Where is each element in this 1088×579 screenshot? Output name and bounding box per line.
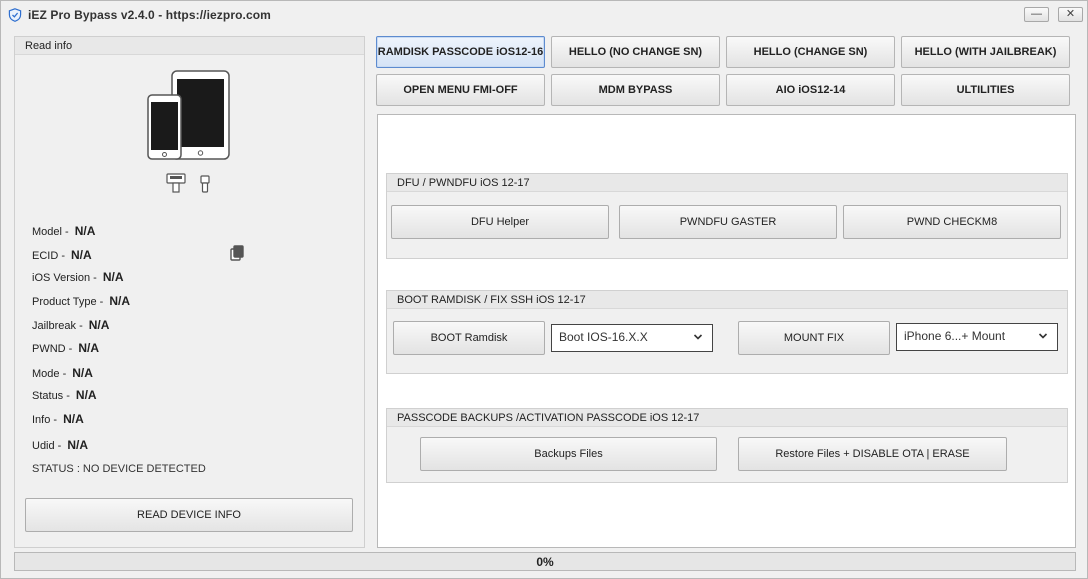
copy-icon[interactable] — [230, 245, 244, 261]
tab-hello-with-jailbreak[interactable]: HELLO (WITH JAILBREAK) — [901, 36, 1070, 68]
shield-icon — [8, 8, 22, 22]
restore-files-button[interactable]: Restore Files + DISABLE OTA | ERASE — [738, 437, 1007, 471]
device-status-text: STATUS : NO DEVICE DETECTED — [32, 463, 206, 475]
progress-bar: 0% — [14, 552, 1076, 571]
tab-ramdisk-passcode[interactable]: RAMDISK PASSCODE iOS12-16 — [376, 36, 545, 68]
backup-group-header: PASSCODE BACKUPS /ACTIVATION PASSCODE iO… — [387, 409, 1067, 427]
status-label: Status - — [32, 390, 70, 402]
read-info-panel: Read info Model - N/A ECID - N/A iOS Ver… — [14, 36, 365, 548]
info-row-ios-version: iOS Version - N/A — [32, 270, 123, 284]
read-device-info-button[interactable]: READ DEVICE INFO — [25, 498, 353, 532]
mode-label: Mode - — [32, 368, 67, 380]
mode-value: N/A — [72, 366, 93, 380]
status-value: N/A — [75, 388, 97, 402]
boot-ios-select-value: Boot IOS-16.X.X — [559, 330, 648, 344]
passcode-backups-group: PASSCODE BACKUPS /ACTIVATION PASSCODE iO… — [386, 408, 1068, 483]
pwnd-label: PWND - — [32, 343, 73, 355]
dfu-group-header: DFU / PWNDFU iOS 12-17 — [387, 174, 1067, 192]
main-content-area: DFU / PWNDFU iOS 12-17 DFU Helper PWNDFU… — [377, 114, 1076, 548]
udid-label: Udid - — [32, 440, 62, 452]
pwndfu-gaster-button[interactable]: PWNDFU GASTER — [619, 205, 837, 239]
info-label: Info - — [32, 414, 58, 426]
mount-fix-button[interactable]: MOUNT FIX — [738, 321, 890, 355]
info-row-info: Info - N/A — [32, 412, 84, 426]
info-row-product-type: Product Type - N/A — [32, 294, 130, 308]
read-info-header: Read info — [15, 37, 364, 55]
model-label: Model - — [32, 226, 69, 238]
minimize-button[interactable]: — — [1024, 7, 1049, 22]
pwnd-checkm8-button[interactable]: PWND CHECKM8 — [843, 205, 1061, 239]
info-row-udid: Udid - N/A — [32, 438, 88, 452]
tab-utilities[interactable]: ULTILITIES — [901, 74, 1070, 106]
chevron-down-icon — [693, 334, 703, 340]
model-value: N/A — [74, 224, 96, 238]
product-type-label: Product Type - — [32, 296, 104, 308]
dfu-helper-button[interactable]: DFU Helper — [391, 205, 609, 239]
ecid-value: N/A — [71, 248, 92, 262]
mount-device-select-value: iPhone 6...+ Mount — [904, 329, 1006, 343]
title-bar: iEZ Pro Bypass v2.4.0 - https://iezpro.c… — [1, 1, 1087, 29]
product-type-value: N/A — [109, 294, 131, 308]
mount-device-select[interactable]: iPhone 6...+ Mount — [896, 323, 1058, 351]
jailbreak-label: Jailbreak - — [32, 320, 83, 332]
dfu-group: DFU / PWNDFU iOS 12-17 DFU Helper PWNDFU… — [386, 173, 1068, 259]
info-row-jailbreak: Jailbreak - N/A — [32, 318, 109, 332]
info-row-status: Status - N/A — [32, 388, 97, 402]
info-row-mode: Mode - N/A — [32, 366, 93, 380]
tab-open-menu-fmi-off[interactable]: OPEN MENU FMI-OFF — [376, 74, 545, 106]
boot-ramdisk-group: BOOT RAMDISK / FIX SSH iOS 12-17 BOOT Ra… — [386, 290, 1068, 374]
chevron-down-icon — [1038, 333, 1048, 339]
info-row-model: Model - N/A — [32, 224, 95, 238]
boot-ramdisk-button[interactable]: BOOT Ramdisk — [393, 321, 545, 355]
pwnd-value: N/A — [78, 341, 99, 355]
ios-version-value: N/A — [102, 270, 124, 284]
minimize-icon: — — [1031, 8, 1042, 20]
udid-value: N/A — [67, 438, 89, 452]
app-window: iEZ Pro Bypass v2.4.0 - https://iezpro.c… — [0, 0, 1088, 579]
info-row-ecid: ECID - N/A — [32, 248, 92, 262]
progress-label: 0% — [536, 555, 554, 569]
jailbreak-value: N/A — [88, 318, 110, 332]
ios-version-label: iOS Version - — [32, 272, 97, 284]
tab-mdm-bypass[interactable]: MDM BYPASS — [551, 74, 720, 106]
tab-aio-ios12-14[interactable]: AIO iOS12-14 — [726, 74, 895, 106]
tab-hello-no-change-sn[interactable]: HELLO (NO CHANGE SN) — [551, 36, 720, 68]
boot-group-header: BOOT RAMDISK / FIX SSH iOS 12-17 — [387, 291, 1067, 309]
window-title: iEZ Pro Bypass v2.4.0 - https://iezpro.c… — [28, 8, 271, 22]
info-value: N/A — [63, 412, 84, 426]
tab-hello-change-sn[interactable]: HELLO (CHANGE SN) — [726, 36, 895, 68]
info-row-pwnd: PWND - N/A — [32, 341, 99, 355]
ecid-label: ECID - — [32, 250, 65, 262]
close-button[interactable]: ✕ — [1058, 7, 1083, 22]
boot-ios-select[interactable]: Boot IOS-16.X.X — [551, 324, 713, 352]
close-icon: ✕ — [1065, 8, 1076, 20]
iphone-ipad-icon — [147, 70, 230, 193]
backups-files-button[interactable]: Backups Files — [420, 437, 717, 471]
